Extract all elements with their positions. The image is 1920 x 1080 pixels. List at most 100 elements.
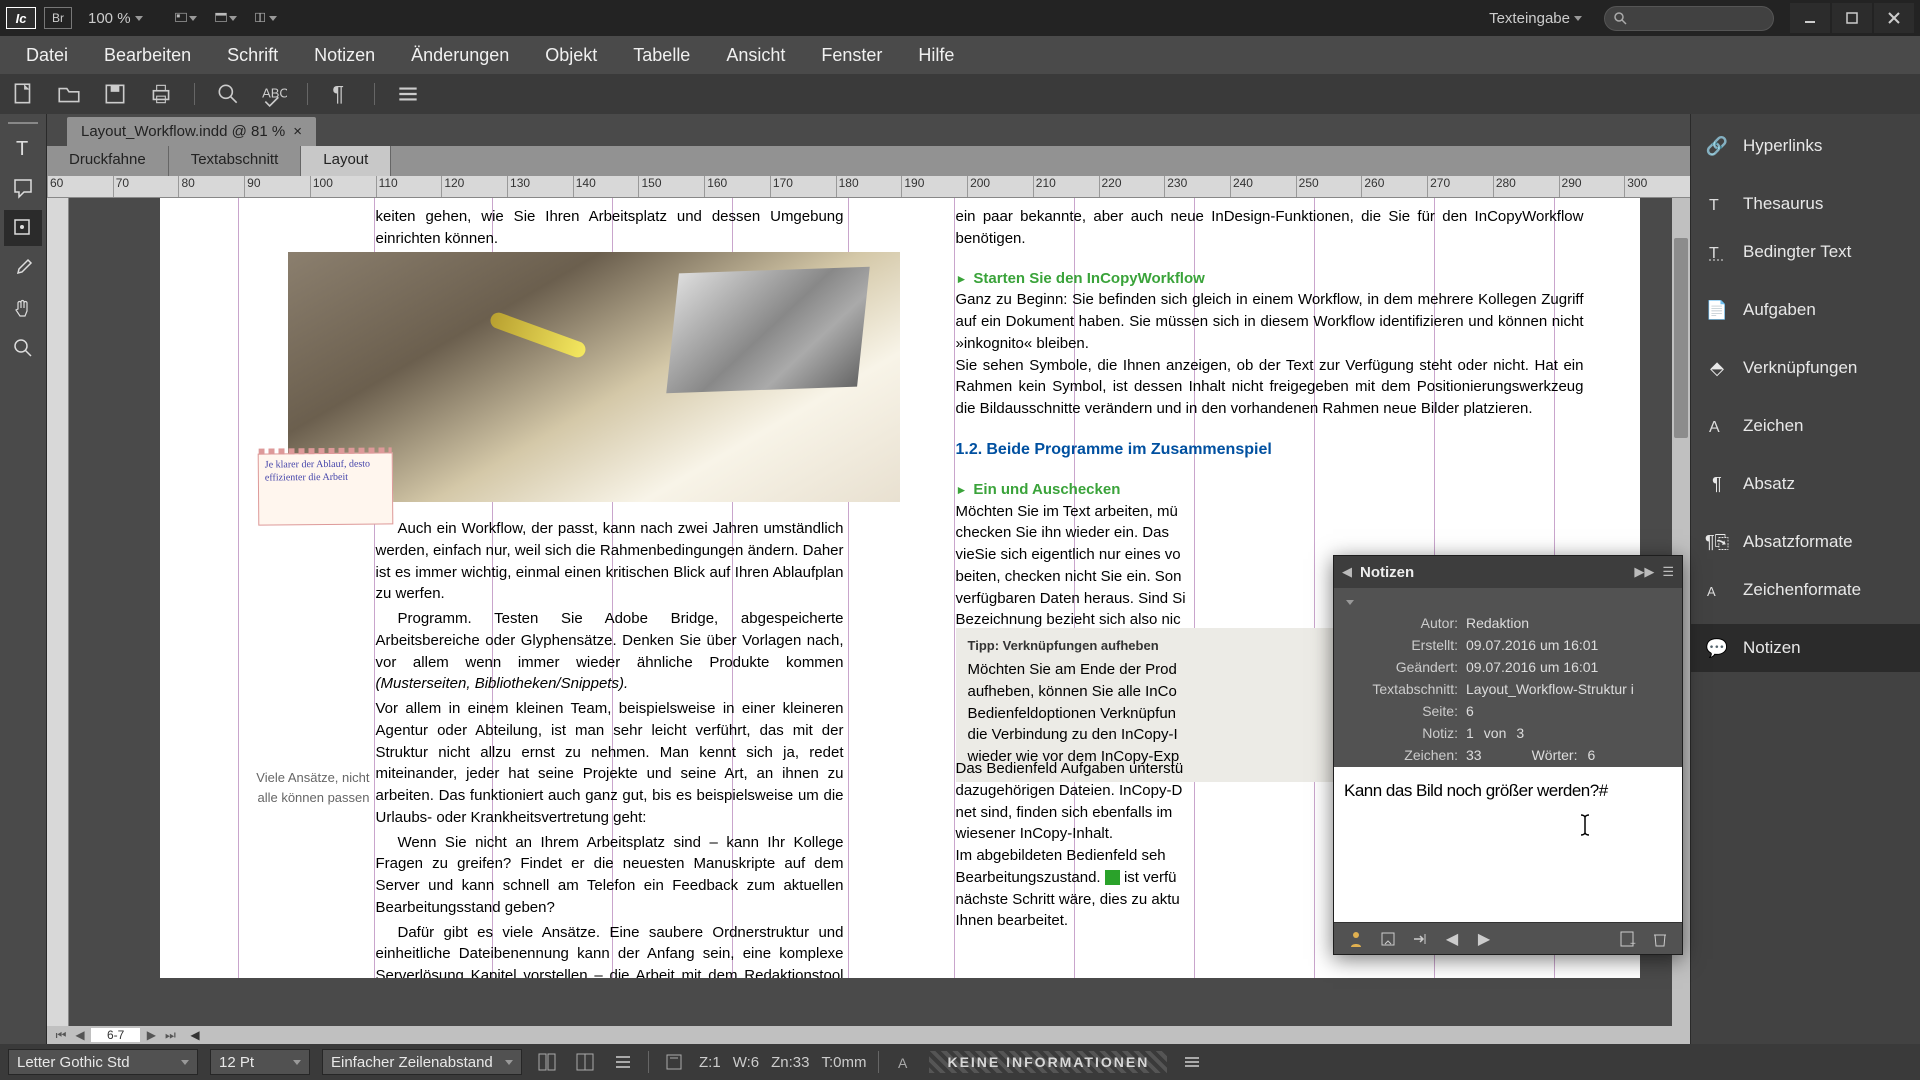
new-doc-icon[interactable] — [10, 81, 36, 107]
note-content[interactable]: Kann das Bild noch größer werden?# — [1334, 767, 1682, 922]
menu-schrift[interactable]: Schrift — [209, 36, 296, 74]
close-tab-icon[interactable]: × — [293, 123, 302, 140]
menu-aenderungen[interactable]: Änderungen — [393, 36, 527, 74]
vertical-align-icon[interactable] — [661, 1049, 687, 1075]
panel-paragraph-styles[interactable]: ¶⎘Absatzformate — [1691, 518, 1920, 566]
delete-note-button[interactable] — [1646, 927, 1674, 951]
save-icon[interactable] — [102, 81, 128, 107]
prev-note-button[interactable]: ◀ — [1438, 927, 1466, 951]
panel-notes[interactable]: 💬Notizen — [1691, 624, 1920, 672]
panel-paragraph[interactable]: ¶Absatz — [1691, 460, 1920, 508]
zoom-level-dropdown[interactable]: 100 % — [80, 10, 151, 27]
menu-tabelle[interactable]: Tabelle — [615, 36, 708, 74]
font-family-dropdown[interactable]: Letter Gothic Std — [8, 1049, 198, 1075]
find-icon[interactable] — [215, 81, 241, 107]
go-to-anchor-icon[interactable] — [1374, 927, 1402, 951]
bridge-icon[interactable]: Br — [44, 7, 72, 29]
toolbox: T — [0, 114, 47, 1044]
menu-notizen[interactable]: Notizen — [296, 36, 393, 74]
menu-bearbeiten[interactable]: Bearbeiten — [86, 36, 209, 74]
panel-thesaurus[interactable]: TThesaurus — [1691, 180, 1920, 228]
panel-links[interactable]: ⬘Verknüpfungen — [1691, 344, 1920, 392]
print-icon[interactable] — [148, 81, 174, 107]
menu-ansicht[interactable]: Ansicht — [708, 36, 803, 74]
go-to-note-icon[interactable] — [1406, 927, 1434, 951]
body-text[interactable]: Auch ein Workflow, der passt, kann nach … — [376, 518, 844, 978]
prev-page-button[interactable]: ◀ — [72, 1028, 88, 1042]
menu-datei[interactable]: Datei — [8, 36, 86, 74]
panel-hyperlinks[interactable]: 🔗Hyperlinks — [1691, 122, 1920, 170]
note-page: 6 — [1466, 703, 1670, 719]
menu-fenster[interactable]: Fenster — [803, 36, 900, 74]
notes-icon: 💬 — [1705, 636, 1729, 660]
panel-menu-icon[interactable] — [395, 81, 421, 107]
hand-tool[interactable] — [4, 290, 42, 326]
toolbox-grip[interactable] — [8, 122, 38, 126]
minimize-button[interactable] — [1790, 3, 1830, 33]
status-line: Z:1 — [699, 1054, 721, 1071]
note-chars: 33 — [1466, 747, 1482, 763]
first-page-button[interactable]: ⏮ — [53, 1028, 69, 1043]
panel-character[interactable]: AZeichen — [1691, 402, 1920, 450]
note-tool[interactable] — [4, 170, 42, 206]
view-options-icon[interactable] — [175, 7, 197, 29]
sticky-note[interactable]: Je klarer der Ablauf, desto effizienter … — [257, 452, 393, 525]
tab-druckfahne[interactable]: Druckfahne — [47, 146, 169, 176]
open-doc-icon[interactable] — [56, 81, 82, 107]
column-span-icon[interactable] — [534, 1049, 560, 1075]
last-page-button[interactable]: ⏭ — [162, 1028, 178, 1043]
body-text[interactable]: keiten gehen, wie Sie Ihren Arbeitsplatz… — [376, 206, 844, 250]
thesaurus-icon: T — [1705, 192, 1729, 216]
svg-text:T: T — [1709, 245, 1719, 262]
new-note-button[interactable]: + — [1614, 927, 1642, 951]
eyedropper-tool[interactable] — [4, 250, 42, 286]
margin-note: Viele Ansätze, nicht alle können passen — [240, 768, 370, 807]
notes-panel-header[interactable]: ◀ Notizen ▶▶ ☰ — [1334, 556, 1682, 588]
maximize-button[interactable] — [1832, 3, 1872, 33]
pilcrow-icon[interactable]: ¶ — [328, 81, 354, 107]
column-split-icon[interactable] — [572, 1049, 598, 1075]
page-navigation: ⏮ ◀ 6-7 ▶ ⏭ ◀ — [47, 1026, 1690, 1044]
font-size-dropdown[interactable]: 12 Pt — [210, 1049, 310, 1075]
horizontal-ruler[interactable]: 6070809010011012013014015016017018019020… — [47, 176, 1690, 198]
screen-mode-icon[interactable] — [215, 7, 237, 29]
note-modified: 09.07.2016 um 16:01 — [1466, 659, 1670, 675]
document-tab[interactable]: Layout_Workflow.indd @ 81 % × — [67, 117, 316, 146]
align-justify-icon[interactable] — [610, 1049, 636, 1075]
svg-text:T: T — [16, 138, 28, 159]
user-color-icon[interactable] — [1342, 927, 1370, 951]
vertical-ruler[interactable] — [47, 198, 69, 1026]
panel-menu-icon[interactable]: ☰ — [1662, 564, 1674, 580]
collapse-right-icon[interactable]: ▶▶ — [1634, 564, 1654, 580]
position-tool[interactable] — [4, 210, 42, 246]
next-page-button[interactable]: ▶ — [143, 1028, 159, 1042]
arrange-icon[interactable] — [255, 7, 277, 29]
info-icon[interactable]: A — [891, 1049, 917, 1075]
horizontal-scrollbar[interactable]: ◀ — [190, 1028, 1684, 1042]
tab-layout[interactable]: Layout — [301, 146, 391, 176]
tab-textabschnitt[interactable]: Textabschnitt — [169, 146, 302, 176]
menu-objekt[interactable]: Objekt — [527, 36, 615, 74]
panel-character-styles[interactable]: AZeichenformate — [1691, 566, 1920, 614]
conditional-text-icon: T — [1705, 240, 1729, 264]
leading-dropdown[interactable]: Einfacher Zeilenabstand — [322, 1049, 522, 1075]
panel-menu-icon[interactable] — [1179, 1049, 1205, 1075]
menu-hilfe[interactable]: Hilfe — [900, 36, 972, 74]
close-button[interactable] — [1874, 3, 1914, 33]
panel-conditional-text[interactable]: TBedingter Text — [1691, 228, 1920, 276]
links-icon: ⬘ — [1705, 356, 1729, 380]
chevron-down-icon — [135, 16, 143, 21]
panel-assignments[interactable]: 📄Aufgaben — [1691, 286, 1920, 334]
next-note-button[interactable]: ▶ — [1470, 927, 1498, 951]
collapse-left-icon[interactable]: ◀ — [1342, 564, 1352, 580]
svg-text:A: A — [1709, 419, 1720, 436]
chevron-down-icon[interactable] — [1346, 600, 1354, 605]
page-number-field[interactable]: 6-7 — [91, 1028, 140, 1042]
workspace-switcher[interactable]: Texteingabe — [1481, 10, 1590, 27]
spellcheck-icon[interactable]: ABC — [261, 81, 287, 107]
search-input[interactable] — [1604, 6, 1774, 31]
page-left: keiten gehen, wie Sie Ihren Arbeitsplatz… — [160, 198, 900, 978]
zoom-tool[interactable] — [4, 330, 42, 366]
type-tool[interactable]: T — [4, 130, 42, 166]
svg-text:T: T — [1709, 197, 1719, 214]
